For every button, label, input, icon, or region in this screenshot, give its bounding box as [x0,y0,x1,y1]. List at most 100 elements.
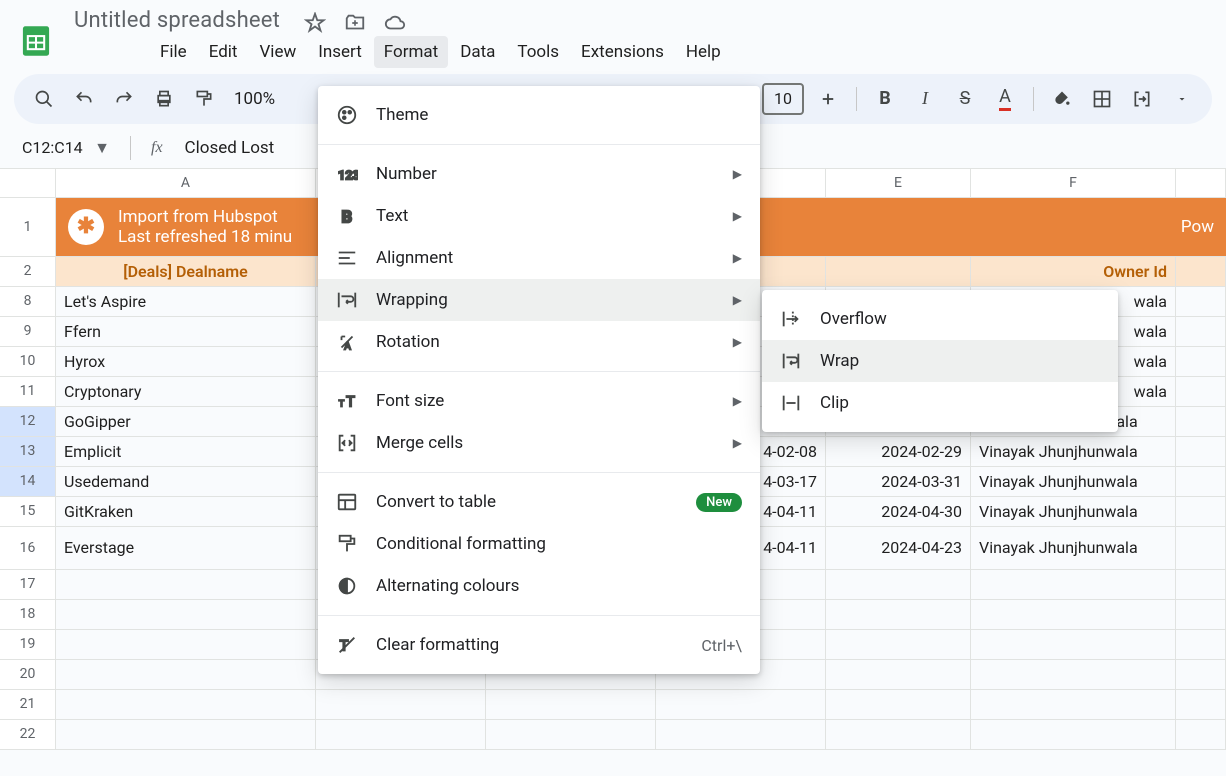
cell[interactable] [1176,347,1226,376]
row-header[interactable]: 16 [0,527,56,569]
cell[interactable] [826,720,971,749]
menu-item-text[interactable]: BText▶ [318,195,760,237]
italic-icon[interactable]: I [909,83,941,115]
cell[interactable] [1176,527,1226,569]
column-header[interactable] [1176,169,1226,197]
cell[interactable] [1176,497,1226,526]
cell[interactable] [971,720,1176,749]
redo-icon[interactable] [108,83,140,115]
row-header[interactable]: 11 [0,377,56,406]
cell[interactable]: Cryptonary [56,377,316,406]
borders-icon[interactable] [1086,83,1118,115]
cell[interactable]: Usedemand [56,467,316,496]
cell[interactable] [486,690,656,719]
cell[interactable] [1176,287,1226,316]
column-header-A[interactable]: A [56,169,316,197]
select-all-corner[interactable] [0,169,56,197]
cell[interactable]: GoGipper [56,407,316,436]
cell[interactable] [1176,630,1226,659]
cell[interactable]: 2024-03-31 [826,467,971,496]
bold-icon[interactable]: B [869,83,901,115]
row-header[interactable]: 2 [0,257,56,286]
cell[interactable] [826,600,971,629]
table-header[interactable] [826,257,971,286]
menu-tools[interactable]: Tools [507,36,569,68]
merge-cells-icon[interactable] [1126,83,1158,115]
font-size-input[interactable]: 10 [762,83,804,115]
cell[interactable] [486,720,656,749]
row-header[interactable]: 1 [0,198,56,256]
row-header[interactable]: 14 [0,467,56,496]
font-size-increase[interactable] [812,83,844,115]
cell[interactable]: Ffern [56,317,316,346]
cell[interactable] [1176,317,1226,346]
chevron-down-icon[interactable] [1166,83,1198,115]
cell[interactable]: 2024-02-29 [826,437,971,466]
cell[interactable]: Vinayak Jhunjhunwala [971,467,1176,496]
cell[interactable] [56,570,316,599]
menu-help[interactable]: Help [676,36,731,68]
cell[interactable]: Let's Aspire [56,287,316,316]
cell[interactable] [1176,407,1226,436]
menu-item-rotation[interactable]: ARotation▶ [318,321,760,363]
paint-format-icon[interactable] [188,83,220,115]
menu-item-clear-formatting[interactable]: TClear formattingCtrl+\ [318,624,760,666]
cell[interactable] [1176,437,1226,466]
move-icon[interactable] [344,12,366,34]
cell[interactable]: Everstage [56,527,316,569]
menu-item-alignment[interactable]: Alignment▶ [318,237,760,279]
cell[interactable]: Vinayak Jhunjhunwala [971,437,1176,466]
cell[interactable] [1176,570,1226,599]
row-header[interactable]: 8 [0,287,56,316]
menu-item-clip[interactable]: Clip [762,382,1118,424]
row-header[interactable]: 10 [0,347,56,376]
table-header[interactable]: [Deals] Dealname [56,257,316,286]
cell[interactable]: 2024-04-23 [826,527,971,569]
table-header[interactable]: Owner Id [971,257,1176,286]
cell[interactable]: Emplicit [56,437,316,466]
name-box[interactable]: C12:C14 ▼ [14,134,118,162]
cell[interactable] [1176,467,1226,496]
cell[interactable] [826,660,971,689]
cell[interactable] [316,720,486,749]
cell[interactable]: Vinayak Jhunjhunwala [971,527,1176,569]
zoom-level[interactable]: 100% [228,89,281,109]
row-header[interactable]: 22 [0,720,56,749]
cell[interactable] [1176,600,1226,629]
menu-data[interactable]: Data [450,36,505,68]
cell[interactable] [1176,377,1226,406]
cell[interactable] [656,690,826,719]
menu-item-conditional-formatting[interactable]: Conditional formatting [318,523,760,565]
cell[interactable]: Hyrox [56,347,316,376]
cell[interactable] [56,600,316,629]
cell[interactable] [656,720,826,749]
menu-insert[interactable]: Insert [308,36,372,68]
menu-item-convert-to-table[interactable]: Convert to tableNew [318,481,760,523]
cell[interactable] [56,720,316,749]
cell[interactable] [56,630,316,659]
menu-extensions[interactable]: Extensions [571,36,674,68]
cell[interactable] [971,600,1176,629]
star-icon[interactable] [304,12,326,34]
menu-item-overflow[interactable]: Overflow [762,298,1118,340]
menu-format[interactable]: Format [374,36,448,68]
cell[interactable] [56,660,316,689]
strikethrough-icon[interactable]: S [949,83,981,115]
row-header[interactable]: 21 [0,690,56,719]
menu-item-wrapping[interactable]: Wrapping▶ [318,279,760,321]
table-header[interactable] [1176,257,1226,286]
cell[interactable]: GitKraken [56,497,316,526]
row-header[interactable]: 20 [0,660,56,689]
cell[interactable] [56,690,316,719]
row-header[interactable]: 12 [0,407,56,436]
row-header[interactable]: 19 [0,630,56,659]
cell[interactable] [826,630,971,659]
cell[interactable] [826,570,971,599]
document-title[interactable]: Untitled spreadsheet [68,6,286,35]
undo-icon[interactable] [68,83,100,115]
cell[interactable] [316,690,486,719]
menu-item-theme[interactable]: Theme [318,94,760,136]
cell[interactable] [971,660,1176,689]
menu-file[interactable]: File [150,36,197,68]
row-header[interactable]: 9 [0,317,56,346]
